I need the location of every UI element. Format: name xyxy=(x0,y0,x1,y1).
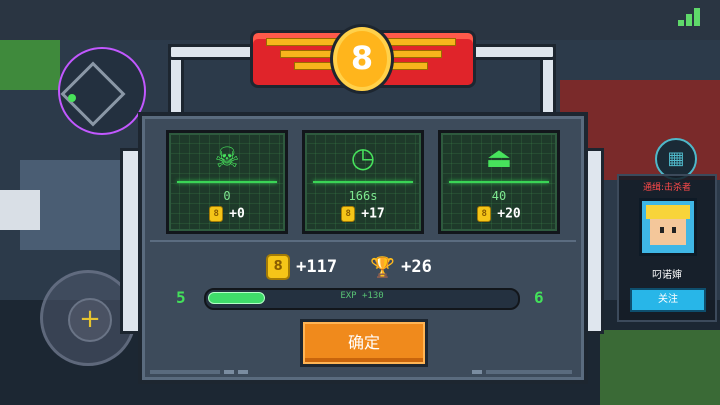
minimap[interactable] xyxy=(58,47,146,135)
level-number: 8 xyxy=(330,24,394,94)
total-coins: +117 xyxy=(296,257,338,277)
badge-wing-left xyxy=(266,38,338,72)
weight-stat-box: ⏏ 40 8 +20 xyxy=(438,130,560,234)
clock-icon: ◷ xyxy=(350,141,376,174)
kills-reward: 8 +0 xyxy=(169,206,285,222)
level-badge: 8 xyxy=(230,24,490,100)
player-marker xyxy=(68,94,76,102)
confirm-button[interactable]: 确定 xyxy=(300,319,428,367)
player-name: 叼诺婶 xyxy=(652,270,682,281)
wanted-title: 通缉:击杀者 xyxy=(642,183,692,193)
time-stat-box: ◷ 166s 8 +17 xyxy=(302,130,424,234)
trophy-icon: 🏆 xyxy=(370,255,396,279)
skull-icon: ☠ xyxy=(214,141,240,174)
wanted-player-card: 通缉:击杀者 叼诺婶 关注 xyxy=(617,174,717,322)
total-trophies: +26 xyxy=(401,257,432,277)
follow-button[interactable]: 关注 xyxy=(630,288,706,312)
next-level: 6 xyxy=(534,288,544,307)
joystick-plus-icon[interactable]: + xyxy=(68,298,112,342)
match-result-panel: ☠ 0 8 +0 ◷ 166s 8 +17 ⏏ 40 8 +20 8 +117 🏆 +26… xyxy=(138,112,588,384)
exp-progress-bar: EXP +130 xyxy=(204,288,520,310)
time-value: 166s xyxy=(348,189,378,203)
coin-icon: 8 xyxy=(266,254,291,280)
badge-wing-right xyxy=(384,38,456,72)
coin-icon: 8 xyxy=(209,206,224,222)
reward-totals: 8 +117 🏆 +26 xyxy=(142,254,584,280)
avatar xyxy=(639,198,697,256)
kills-value: 0 xyxy=(223,189,231,203)
weight-icon: ⏏ xyxy=(485,141,513,174)
exp-gain-text: EXP +130 xyxy=(340,291,384,301)
weight-reward: 8 +20 xyxy=(441,206,557,222)
coin-icon: 8 xyxy=(477,206,492,222)
current-level: 5 xyxy=(176,288,186,307)
weight-value: 40 xyxy=(491,189,507,203)
coin-icon: 8 xyxy=(341,206,356,222)
time-reward: 8 +17 xyxy=(305,206,421,222)
signal-strength-icon xyxy=(678,6,706,26)
kills-stat-box: ☠ 0 8 +0 xyxy=(166,130,288,234)
